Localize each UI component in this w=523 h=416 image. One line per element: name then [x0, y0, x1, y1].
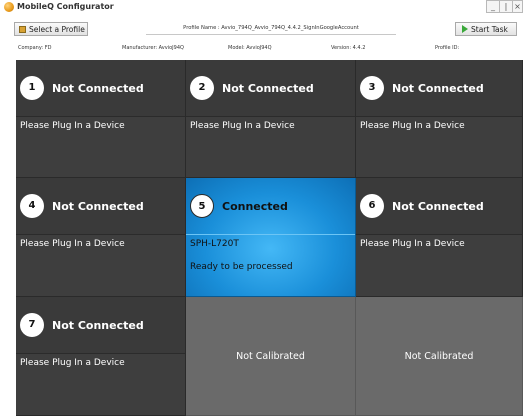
slot-body: Please Plug In a Device	[186, 118, 355, 177]
company-label: Company: FD	[18, 45, 52, 51]
device-slot-4[interactable]: 4 Not Connected Please Plug In a Device	[16, 178, 186, 297]
slot-status: Not Connected	[52, 319, 144, 332]
toolbar: Select a Profile Profile Name : Avvio_79…	[0, 14, 523, 42]
slot-body: SPH-L720T Ready to be processed	[186, 236, 355, 296]
slot-status: Not Connected	[52, 200, 144, 213]
device-slot-3[interactable]: 3 Not Connected Please Plug In a Device	[356, 60, 523, 178]
slot-number-badge: 2	[190, 76, 214, 100]
slot-message: Please Plug In a Device	[190, 121, 295, 131]
slot-message: Please Plug In a Device	[20, 358, 125, 368]
slot-body: Please Plug In a Device	[356, 118, 522, 177]
profile-id-label: Profile ID:	[435, 45, 460, 51]
device-slot-2[interactable]: 2 Not Connected Please Plug In a Device	[186, 60, 356, 178]
slot-status: Not Connected	[222, 82, 314, 95]
slot-number-badge: 4	[20, 194, 44, 218]
not-calibrated-label: Not Calibrated	[404, 350, 474, 362]
select-profile-label: Select a Profile	[29, 24, 85, 34]
play-icon	[462, 25, 468, 33]
slot-status: Not Connected	[392, 82, 484, 95]
start-task-button[interactable]: Start Task	[455, 22, 517, 36]
device-slot-grid: 1 Not Connected Please Plug In a Device …	[16, 60, 523, 416]
slot-message: Please Plug In a Device	[360, 239, 465, 249]
slot-number-badge: 3	[360, 76, 384, 100]
manufacturer-label: Manufacturer: AvvioJ94Q	[122, 45, 184, 51]
device-slot-6[interactable]: 6 Not Connected Please Plug In a Device	[356, 178, 523, 297]
slot-status: Connected	[222, 200, 288, 213]
slot-message: Please Plug In a Device	[20, 239, 125, 249]
device-slot-5[interactable]: 5 Connected SPH-L720T Ready to be proces…	[186, 178, 356, 297]
app-logo-icon	[4, 2, 14, 12]
device-state-message: Ready to be processed	[190, 262, 293, 272]
slot-number-badge: 6	[360, 194, 384, 218]
slot-body: Please Plug In a Device	[16, 355, 185, 415]
minimize-button[interactable]: _	[486, 0, 499, 13]
slot-header: 3 Not Connected	[356, 60, 522, 117]
slot-status: Not Connected	[392, 200, 484, 213]
app-title: MobileQ Configurator	[17, 2, 114, 11]
model-label: Model: AvvioJ94Q	[228, 45, 272, 51]
slot-body: Please Plug In a Device	[16, 118, 185, 177]
not-calibrated-label: Not Calibrated	[236, 350, 305, 362]
window-controls: _ | ×	[486, 0, 523, 14]
close-button[interactable]: ×	[512, 0, 523, 13]
slot-number-badge: 5	[190, 194, 214, 218]
uncalibrated-slot-8[interactable]: Not Calibrated	[186, 297, 356, 416]
slot-header: 4 Not Connected	[16, 178, 185, 235]
start-task-label: Start Task	[471, 24, 508, 34]
slot-body: Please Plug In a Device	[16, 236, 185, 296]
slot-header: 2 Not Connected	[186, 60, 355, 117]
slot-header: 5 Connected	[186, 178, 355, 235]
slot-number-badge: 1	[20, 76, 44, 100]
version-label: Version: 4.4.2	[331, 45, 366, 51]
slot-body: Please Plug In a Device	[356, 236, 522, 296]
device-info-row: Company: FD Manufacturer: AvvioJ94Q Mode…	[0, 42, 523, 56]
maximize-button[interactable]: |	[499, 0, 512, 13]
title-bar: MobileQ Configurator _ | ×	[0, 0, 523, 14]
device-model: SPH-L720T	[190, 239, 239, 249]
slot-message: Please Plug In a Device	[20, 121, 125, 131]
profile-icon	[19, 25, 26, 33]
profile-name: Profile Name : Avvio_794Q_Avvio_794Q_4.4…	[146, 22, 396, 35]
select-profile-button[interactable]: Select a Profile	[14, 22, 88, 36]
slot-status: Not Connected	[52, 82, 144, 95]
slot-header: 7 Not Connected	[16, 297, 185, 354]
slot-header: 1 Not Connected	[16, 60, 185, 117]
device-slot-1[interactable]: 1 Not Connected Please Plug In a Device	[16, 60, 186, 178]
device-slot-7[interactable]: 7 Not Connected Please Plug In a Device	[16, 297, 186, 416]
slot-number-badge: 7	[20, 313, 44, 337]
uncalibrated-slot-9[interactable]: Not Calibrated	[356, 297, 523, 416]
slot-header: 6 Not Connected	[356, 178, 522, 235]
slot-message: Please Plug In a Device	[360, 121, 465, 131]
